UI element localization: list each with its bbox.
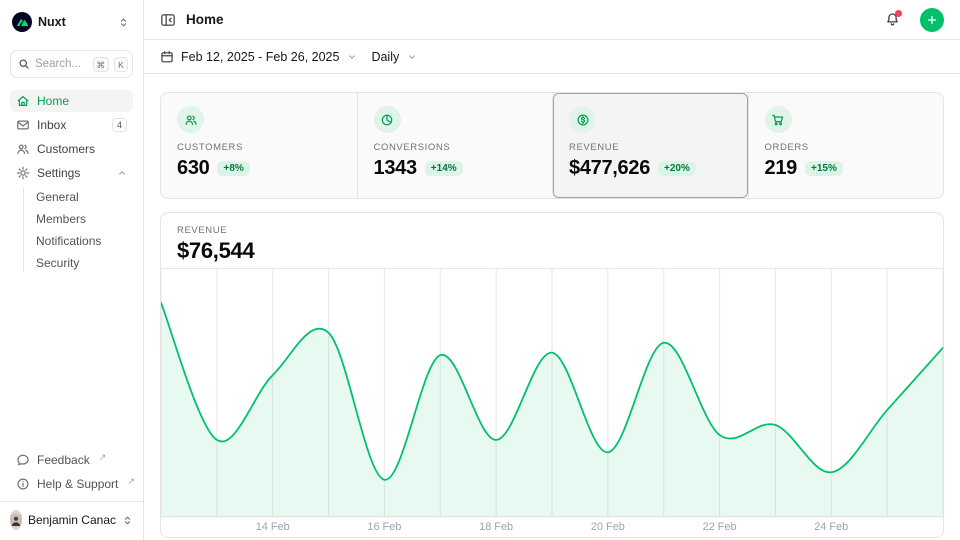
stat-delta-badge: +8% bbox=[217, 161, 249, 176]
sidebar-item-feedback[interactable]: Feedback ↗ bbox=[10, 449, 133, 471]
page-title: Home bbox=[186, 12, 875, 27]
sidebar-item-label: Customers bbox=[37, 142, 127, 156]
stat-label: CUSTOMERS bbox=[177, 142, 341, 153]
avatar bbox=[10, 510, 22, 530]
sidebar-subitem-notifications[interactable]: Notifications bbox=[23, 230, 133, 252]
pie-icon bbox=[374, 106, 401, 133]
sidebar-item-label: Help & Support bbox=[37, 477, 118, 491]
chevron-up-down-icon bbox=[118, 17, 129, 28]
x-axis-tick: 24 Feb bbox=[814, 521, 848, 533]
inbox-icon bbox=[16, 118, 30, 132]
sidebar-item-label: Home bbox=[37, 94, 127, 108]
stats-row: CUSTOMERS 630 +8% CONVERSIONS 1343 +14% REVENU… bbox=[160, 92, 944, 199]
stat-card-customers[interactable]: CUSTOMERS 630 +8% bbox=[161, 93, 357, 198]
stat-label: REVENUE bbox=[569, 142, 732, 153]
sidebar-subitem-security[interactable]: Security bbox=[23, 252, 133, 274]
stat-value: 630 bbox=[177, 157, 209, 180]
sidebar-item-label: Settings bbox=[37, 166, 110, 180]
date-range-value: Feb 12, 2025 - Feb 26, 2025 bbox=[181, 50, 339, 64]
calendar-icon bbox=[160, 50, 174, 64]
stat-delta-badge: +14% bbox=[425, 161, 463, 176]
content: CUSTOMERS 630 +8% CONVERSIONS 1343 +14% REVENU… bbox=[144, 74, 960, 540]
stat-delta-badge: +15% bbox=[805, 161, 843, 176]
date-range-picker[interactable]: Feb 12, 2025 - Feb 26, 2025 bbox=[160, 50, 357, 64]
filter-toolbar: Feb 12, 2025 - Feb 26, 2025 Daily bbox=[144, 40, 960, 74]
stat-value: $477,626 bbox=[569, 157, 650, 180]
chevron-up-icon bbox=[117, 168, 127, 178]
stat-card-orders[interactable]: ORDERS 219 +15% bbox=[748, 93, 944, 198]
revenue-area-chart[interactable]: 14 Feb 16 Feb 18 Feb 20 Feb 22 Feb 24 Feb bbox=[161, 268, 943, 537]
workspace-switcher[interactable]: Nuxt bbox=[10, 10, 133, 34]
main-area: Home Feb 12, 2025 - Feb 26, 2025 Daily bbox=[144, 0, 960, 540]
chevron-down-icon bbox=[347, 52, 357, 62]
external-link-icon: ↗ bbox=[99, 452, 107, 463]
notification-dot bbox=[895, 10, 902, 17]
period-select[interactable]: Daily bbox=[371, 50, 417, 64]
stat-label: CONVERSIONS bbox=[374, 142, 537, 153]
app-window: Nuxt Search... ⌘ K Home Inbox 4 Customers Se… bbox=[0, 0, 960, 540]
stat-value: 219 bbox=[765, 157, 797, 180]
add-button[interactable] bbox=[920, 8, 944, 32]
sidebar: Nuxt Search... ⌘ K Home Inbox 4 Customers Se… bbox=[0, 0, 144, 540]
chart-label: REVENUE bbox=[177, 225, 927, 236]
home-icon bbox=[16, 94, 30, 108]
stat-value: 1343 bbox=[374, 157, 417, 180]
x-axis-tick: 20 Feb bbox=[591, 521, 625, 533]
search-placeholder: Search... bbox=[35, 58, 88, 70]
sidebar-collapse-icon[interactable] bbox=[160, 12, 176, 28]
sidebar-item-home[interactable]: Home bbox=[10, 90, 133, 112]
external-link-icon: ↗ bbox=[127, 476, 135, 487]
chevron-down-icon bbox=[407, 52, 417, 62]
revenue-chart-card: REVENUE $76,544 14 Feb 16 Feb 18 Feb 20 Feb… bbox=[160, 212, 944, 538]
sidebar-nav: Home Inbox 4 Customers Settings GeneralMember… bbox=[10, 90, 133, 274]
notifications-button[interactable] bbox=[885, 12, 900, 27]
settings-subnav: GeneralMembersNotificationsSecurity bbox=[23, 186, 133, 274]
sidebar-item-help-support[interactable]: Help & Support ↗ bbox=[10, 473, 133, 495]
top-header: Home bbox=[144, 0, 960, 40]
chart-header: REVENUE $76,544 bbox=[161, 213, 943, 264]
search-input[interactable]: Search... ⌘ K bbox=[10, 50, 133, 78]
user-name: Benjamin Canac bbox=[28, 513, 116, 527]
sidebar-item-settings[interactable]: Settings bbox=[10, 162, 133, 184]
gear-icon bbox=[16, 166, 30, 180]
workspace-name: Nuxt bbox=[38, 15, 112, 29]
chevron-up-down-icon bbox=[122, 515, 133, 526]
dollar-icon bbox=[569, 106, 596, 133]
x-axis-tick: 18 Feb bbox=[479, 521, 513, 533]
stat-label: ORDERS bbox=[765, 142, 928, 153]
period-value: Daily bbox=[371, 50, 399, 64]
x-axis-tick: 22 Feb bbox=[703, 521, 737, 533]
stat-card-revenue[interactable]: REVENUE $477,626 +20% bbox=[552, 93, 748, 198]
inbox-count-badge: 4 bbox=[112, 118, 127, 132]
stat-delta-badge: +20% bbox=[658, 161, 696, 176]
sidebar-item-label: Feedback bbox=[37, 453, 90, 467]
sidebar-subitem-general[interactable]: General bbox=[23, 186, 133, 208]
user-menu[interactable]: Benjamin Canac bbox=[0, 501, 143, 532]
sidebar-item-label: Inbox bbox=[37, 118, 105, 132]
x-axis-tick: 16 Feb bbox=[367, 521, 401, 533]
sidebar-item-customers[interactable]: Customers bbox=[10, 138, 133, 160]
users-icon bbox=[16, 142, 30, 156]
chat-bubble-icon bbox=[16, 453, 30, 467]
kbd-k: K bbox=[114, 57, 128, 72]
search-icon bbox=[18, 58, 30, 70]
sidebar-item-inbox[interactable]: Inbox 4 bbox=[10, 114, 133, 136]
nuxt-logo bbox=[12, 12, 32, 32]
chart-value: $76,544 bbox=[177, 238, 927, 264]
users-icon bbox=[177, 106, 204, 133]
sidebar-footer: Feedback ↗ Help & Support ↗ Benjamin Canac bbox=[10, 449, 133, 532]
x-axis-tick: 14 Feb bbox=[256, 521, 290, 533]
cart-icon bbox=[765, 106, 792, 133]
info-circle-icon bbox=[16, 477, 30, 491]
sidebar-subitem-members[interactable]: Members bbox=[23, 208, 133, 230]
kbd-cmd: ⌘ bbox=[93, 57, 110, 72]
stat-card-conversions[interactable]: CONVERSIONS 1343 +14% bbox=[357, 93, 553, 198]
